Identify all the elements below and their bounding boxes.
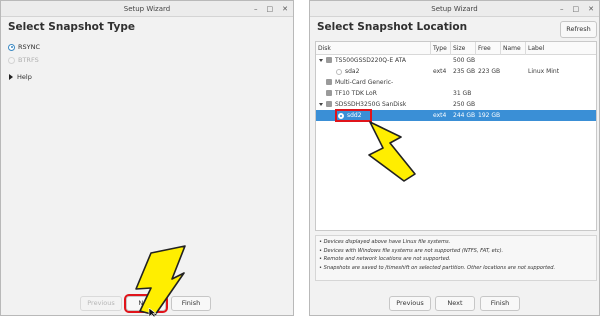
cell-disk: sda2 <box>345 68 360 75</box>
maximize-icon[interactable]: □ <box>573 1 580 17</box>
cell-disk: TS500GSSD220Q-E ATA <box>335 57 406 64</box>
close-icon[interactable]: ✕ <box>282 1 288 17</box>
cell-type: ext4 <box>433 112 447 119</box>
page-title: Select Snapshot Type <box>8 21 135 33</box>
disk-icon <box>326 90 332 96</box>
note-line: • Snapshots are saved to /timeshift on s… <box>319 264 556 271</box>
column-header-name[interactable]: Name <box>501 42 526 55</box>
table-row[interactable]: TF10 TDK LoR 31 GB <box>316 88 596 99</box>
window-title: Setup Wizard <box>431 5 478 13</box>
column-header-free[interactable]: Free <box>476 42 501 55</box>
page-title: Select Snapshot Location <box>317 21 468 33</box>
disk-icon <box>326 57 332 63</box>
table-row[interactable]: sda2 ext4 235 GB 223 GB Linux Mint <box>316 66 596 77</box>
setup-wizard-window-type: Setup Wizard – □ ✕ Select Snapshot Type … <box>0 0 294 317</box>
partition-radio-icon[interactable] <box>336 68 342 75</box>
note-line: • Remote and network locations are not s… <box>319 256 451 262</box>
cell-size: 244 GB <box>453 112 476 119</box>
column-header-type[interactable]: Type <box>431 42 451 55</box>
option-rsync[interactable]: RSYNC <box>8 43 40 51</box>
column-header-label[interactable]: Label <box>526 42 598 55</box>
annotation-arrow-icon <box>135 245 186 316</box>
help-expander[interactable]: Help <box>9 73 32 81</box>
table-row[interactable]: Multi-Card Generic- <box>316 77 596 88</box>
column-header-size[interactable]: Size <box>451 42 476 55</box>
table-row[interactable]: TS500GSSD220Q-E ATA 500 GB <box>316 55 596 66</box>
cell-label: Linux Mint <box>528 68 560 75</box>
refresh-button[interactable]: Refresh <box>560 21 597 38</box>
option-btrfs[interactable]: BTRFS <box>8 56 39 64</box>
title-bar: Setup Wizard – □ ✕ <box>1 1 293 17</box>
collapse-triangle-icon[interactable] <box>319 103 323 106</box>
setup-wizard-window-location: Setup Wizard – □ ✕ Select Snapshot Locat… <box>309 0 600 316</box>
maximize-icon[interactable]: □ <box>267 1 274 17</box>
radio-disabled-icon[interactable] <box>8 56 15 64</box>
title-bar: Setup Wizard – □ ✕ <box>310 1 599 17</box>
close-icon[interactable]: ✕ <box>588 1 594 17</box>
radio-selected-icon[interactable] <box>8 43 15 51</box>
window-title: Setup Wizard <box>123 5 171 13</box>
previous-button[interactable]: Previous <box>389 296 431 311</box>
note-line: • Devices with Windows file systems are … <box>319 247 504 254</box>
cell-free: 192 GB <box>478 112 501 119</box>
finish-button[interactable]: Finish <box>480 296 520 311</box>
cell-disk: TF10 TDK LoR <box>335 90 377 97</box>
cell-size: 500 GB <box>453 57 476 64</box>
next-button[interactable]: Next <box>435 296 475 311</box>
note-line: • Devices displayed above have Linux fil… <box>319 239 451 245</box>
cell-size: 235 GB <box>453 68 476 75</box>
cell-type: ext4 <box>433 68 447 75</box>
minimize-icon[interactable]: – <box>560 1 564 17</box>
option-label: BTRFS <box>18 56 39 64</box>
collapse-triangle-icon[interactable] <box>319 59 323 62</box>
help-label: Help <box>17 73 32 81</box>
option-label: RSYNC <box>18 43 41 51</box>
info-notes: • Devices displayed above have Linux fil… <box>315 235 597 281</box>
partition-radio-icon[interactable] <box>338 112 344 119</box>
disk-icon <box>326 101 332 107</box>
disk-icon <box>326 79 332 85</box>
minimize-icon[interactable]: – <box>254 1 258 17</box>
expand-triangle-icon <box>9 74 13 80</box>
cell-size: 31 GB <box>453 90 472 97</box>
annotation-arrow-icon <box>368 121 416 182</box>
column-header-disk[interactable]: Disk <box>316 42 431 55</box>
table-header: Disk Type Size Free Name Label <box>316 42 596 55</box>
cell-size: 250 GB <box>453 101 476 108</box>
previous-button[interactable]: Previous <box>80 296 122 311</box>
cell-free: 223 GB <box>478 68 501 75</box>
cell-disk: Multi-Card Generic- <box>335 79 394 86</box>
